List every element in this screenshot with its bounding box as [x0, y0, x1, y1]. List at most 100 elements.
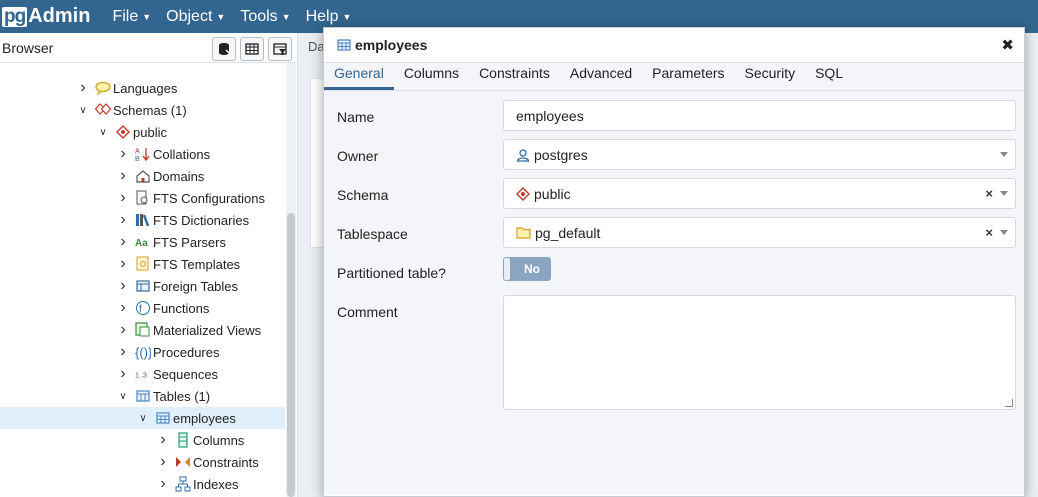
- chevron-right-icon[interactable]: ›: [117, 189, 129, 207]
- chevron-right-icon[interactable]: ›: [157, 453, 169, 471]
- name-value: employees: [516, 107, 584, 124]
- query-tool-button[interactable]: [212, 37, 236, 61]
- tree-item-employees[interactable]: ∨ employees: [0, 407, 285, 429]
- fts-configuration-icon: [135, 190, 151, 206]
- partitioned-toggle[interactable]: No: [503, 257, 551, 281]
- tree-item-fts-parsers[interactable]: › Aa FTS Parsers: [0, 231, 285, 253]
- tree-item-materialized-views[interactable]: › Materialized Views: [0, 319, 285, 341]
- tablespace-select[interactable]: pg_default ×: [503, 217, 1016, 248]
- chevron-right-icon[interactable]: ›: [117, 299, 129, 317]
- filter-rows-button[interactable]: [268, 37, 292, 61]
- partitioned-label: Partitioned table?: [337, 265, 446, 281]
- language-icon: [95, 80, 111, 96]
- tree-item-label: Constraints: [193, 454, 259, 470]
- tab-security[interactable]: Security: [735, 65, 806, 90]
- close-icon[interactable]: ✖: [1001, 36, 1014, 54]
- dropdown-arrow-icon[interactable]: [1000, 230, 1008, 235]
- chevron-right-icon[interactable]: ›: [117, 365, 129, 383]
- menu-file-label: File: [112, 7, 139, 25]
- clear-icon[interactable]: ×: [985, 186, 993, 201]
- tree-item-columns[interactable]: › Columns: [0, 429, 285, 451]
- browser-scrollbar[interactable]: [286, 63, 296, 497]
- tab-advanced[interactable]: Advanced: [560, 65, 642, 90]
- tree-item-rules[interactable]: ›Rules: [0, 495, 285, 496]
- name-input[interactable]: employees: [503, 100, 1016, 131]
- tree-item-domains[interactable]: › Domains: [0, 165, 285, 187]
- partitioned-value: No: [524, 262, 540, 276]
- tab-parameters[interactable]: Parameters: [642, 65, 734, 90]
- chevron-right-icon[interactable]: ›: [157, 475, 169, 493]
- tree-item-label: employees: [173, 410, 236, 426]
- comment-textarea[interactable]: [503, 295, 1016, 410]
- clear-icon[interactable]: ×: [985, 225, 993, 240]
- tree-item-fts-dictionaries[interactable]: › FTS Dictionaries: [0, 209, 285, 231]
- tree-item-fts-configurations[interactable]: › FTS Configurations: [0, 187, 285, 209]
- filter-table-icon: [273, 43, 287, 55]
- tree-item-public[interactable]: ∨ public: [0, 121, 285, 143]
- chevron-down-icon[interactable]: ∨: [137, 413, 149, 424]
- tree-item-label: Indexes: [193, 476, 239, 492]
- chevron-down-icon[interactable]: ∨: [97, 127, 109, 138]
- chevron-down-icon[interactable]: ∨: [117, 391, 129, 402]
- menu-help[interactable]: Help ▼: [306, 8, 352, 26]
- chevron-right-icon[interactable]: ›: [117, 211, 129, 229]
- dropdown-arrow-icon[interactable]: [1000, 191, 1008, 196]
- tree-item-collations[interactable]: › A B Collations: [0, 143, 285, 165]
- tree-item-procedures[interactable]: › {()} Procedures: [0, 341, 285, 363]
- logo-pg: pg: [2, 5, 28, 27]
- svg-text:B: B: [135, 156, 140, 162]
- tree-item-sequences[interactable]: › 1..3 Sequences: [0, 363, 285, 385]
- schema-value: public: [534, 185, 571, 202]
- tree-item-indexes[interactable]: › Indexes: [0, 473, 285, 495]
- chevron-right-icon[interactable]: ›: [117, 233, 129, 251]
- tree-item-languages[interactable]: › Languages: [0, 77, 285, 99]
- chevron-right-icon[interactable]: ›: [117, 145, 129, 163]
- svg-text:{()}: {()}: [135, 345, 151, 360]
- scrollbar-thumb[interactable]: [287, 213, 295, 497]
- chevron-right-icon[interactable]: ›: [117, 321, 129, 339]
- chevron-right-icon[interactable]: ›: [117, 277, 129, 295]
- tree-item-label: FTS Parsers: [153, 234, 226, 250]
- dialog-tabs: General Columns Constraints Advanced Par…: [324, 63, 1024, 91]
- chevron-right-icon[interactable]: ›: [77, 79, 89, 97]
- tree-item-label: Sequences: [153, 366, 219, 382]
- chevron-down-icon: ▼: [142, 11, 152, 22]
- menu-object[interactable]: Object ▼: [166, 8, 225, 26]
- tree-item-fts-templates[interactable]: › FTS Templates: [0, 253, 285, 275]
- resize-handle-icon[interactable]: [1005, 399, 1013, 407]
- schema-icon: [516, 186, 530, 201]
- tab-constraints[interactable]: Constraints: [469, 65, 560, 90]
- menu-file[interactable]: File ▼: [112, 8, 151, 26]
- svg-text:1..3: 1..3: [135, 372, 147, 380]
- chevron-right-icon[interactable]: ›: [117, 167, 129, 185]
- chevron-right-icon[interactable]: ›: [117, 343, 129, 361]
- owner-select[interactable]: postgres: [503, 139, 1016, 170]
- domain-icon: [135, 168, 151, 184]
- chevron-right-icon[interactable]: ›: [117, 255, 129, 273]
- view-data-button[interactable]: [240, 37, 264, 61]
- tree-item-functions[interactable]: › f Functions: [0, 297, 285, 319]
- schema-select[interactable]: public ×: [503, 178, 1016, 209]
- owner-value: postgres: [534, 146, 588, 163]
- database-icon: [219, 43, 231, 55]
- menu-tools[interactable]: Tools ▼: [240, 8, 290, 26]
- tree-item-label: Schemas (1): [113, 102, 187, 118]
- tab-sql[interactable]: SQL: [805, 65, 853, 90]
- tab-columns[interactable]: Columns: [394, 65, 469, 90]
- toggle-knob: [504, 258, 510, 280]
- constraints-icon: [175, 454, 191, 470]
- tree-item-constraints[interactable]: › Constraints: [0, 451, 285, 473]
- tree-item-tables-1[interactable]: ∨ Tables (1): [0, 385, 285, 407]
- dialog-header: employees ✖: [324, 28, 1024, 63]
- table-icon: [155, 410, 171, 426]
- function-icon: f: [135, 300, 151, 316]
- tree-item-schemas-1[interactable]: ∨ Schemas (1): [0, 99, 285, 121]
- tree-item-foreign-tables[interactable]: › Foreign Tables: [0, 275, 285, 297]
- dropdown-arrow-icon[interactable]: [1000, 152, 1008, 157]
- tab-general[interactable]: General: [324, 65, 394, 90]
- tree-item-label: FTS Dictionaries: [153, 212, 250, 228]
- chevron-right-icon[interactable]: ›: [157, 431, 169, 449]
- tree-item-label: Foreign Tables: [153, 278, 239, 294]
- svg-text:A: A: [135, 148, 140, 155]
- chevron-down-icon[interactable]: ∨: [77, 105, 89, 116]
